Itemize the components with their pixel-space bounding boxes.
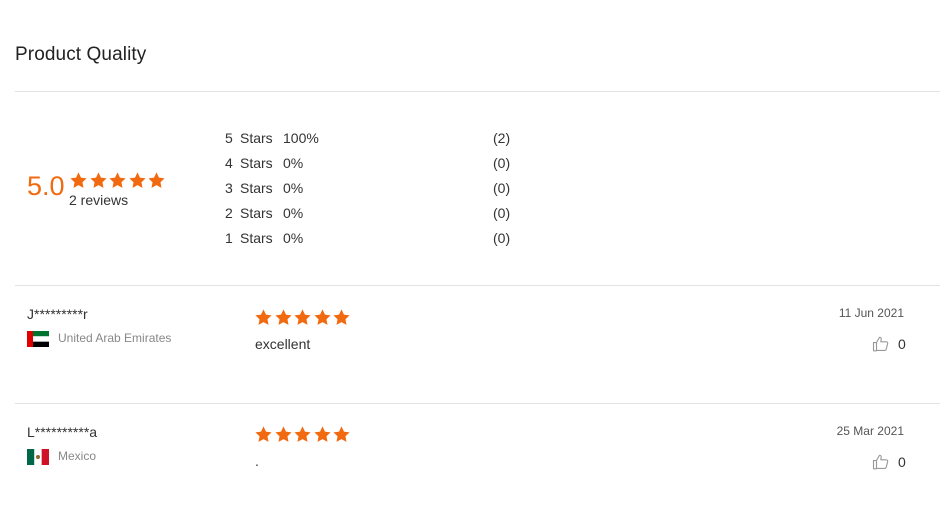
- thumbs-up-icon: [872, 453, 890, 471]
- star-icon: [313, 308, 333, 327]
- star-icon: [293, 425, 313, 444]
- distribution-count: (0): [493, 155, 511, 171]
- distribution-row-1[interactable]: 1 Stars 0% (0): [225, 230, 525, 250]
- distribution-percent: 0%: [283, 180, 304, 196]
- review-count: 2 reviews: [69, 192, 129, 208]
- distribution-count: (0): [493, 205, 511, 221]
- distribution-percent: 100%: [283, 130, 319, 146]
- uae-flag-icon: [27, 331, 49, 347]
- star-icon: [128, 171, 148, 190]
- distribution-stars: 1: [225, 230, 233, 246]
- distribution-label: Stars: [240, 155, 273, 171]
- average-score: 5.0: [27, 171, 65, 201]
- distribution-count: (0): [493, 180, 511, 196]
- star-icon: [89, 171, 109, 190]
- reviewer-country: Mexico: [58, 449, 97, 463]
- star-icon: [332, 308, 352, 327]
- thumbs-up-icon: [872, 335, 890, 353]
- distribution-label: Stars: [240, 230, 273, 246]
- distribution-row-5[interactable]: 5 Stars 100% (2): [225, 130, 525, 150]
- helpful-count: 0: [898, 454, 906, 470]
- distribution-percent: 0%: [283, 155, 304, 171]
- helpful-count: 0: [898, 336, 906, 352]
- star-icon: [108, 171, 128, 190]
- star-icon: [332, 425, 352, 444]
- distribution-percent: 0%: [283, 230, 304, 246]
- divider: [15, 403, 940, 404]
- star-icon: [274, 425, 294, 444]
- summary-star-rating: [69, 171, 167, 190]
- distribution-stars: 4: [225, 155, 233, 171]
- reviewer-country: United Arab Emirates: [58, 331, 172, 345]
- review-date: 11 Jun 2021: [838, 306, 904, 320]
- star-icon: [147, 171, 167, 190]
- distribution-label: Stars: [240, 180, 273, 196]
- distribution-stars: 3: [225, 180, 233, 196]
- reviewer-name: L**********a: [27, 424, 98, 440]
- distribution-stars: 2: [225, 205, 233, 221]
- helpful-button[interactable]: 0: [872, 335, 906, 353]
- divider: [15, 285, 940, 286]
- star-icon: [313, 425, 333, 444]
- distribution-row-4[interactable]: 4 Stars 0% (0): [225, 155, 525, 175]
- review-text: excellent: [255, 336, 311, 352]
- review-star-rating: [254, 308, 352, 327]
- distribution-count: (2): [493, 130, 511, 146]
- reviewer-name: J*********r: [27, 306, 88, 322]
- star-icon: [254, 308, 274, 327]
- distribution-label: Stars: [240, 205, 273, 221]
- star-icon: [254, 425, 274, 444]
- helpful-button[interactable]: 0: [872, 453, 906, 471]
- star-icon: [274, 308, 294, 327]
- mexico-flag-icon: [27, 449, 49, 465]
- star-icon: [69, 171, 89, 190]
- star-icon: [293, 308, 313, 327]
- distribution-percent: 0%: [283, 205, 304, 221]
- review-star-rating: [254, 425, 352, 444]
- distribution-label: Stars: [240, 130, 273, 146]
- distribution-row-2[interactable]: 2 Stars 0% (0): [225, 205, 525, 225]
- review-text: .: [255, 453, 259, 469]
- divider: [15, 91, 940, 92]
- distribution-count: (0): [493, 230, 511, 246]
- section-title: Product Quality: [15, 44, 147, 65]
- distribution-row-3[interactable]: 3 Stars 0% (0): [225, 180, 525, 200]
- distribution-stars: 5: [225, 130, 233, 146]
- review-date: 25 Mar 2021: [836, 424, 904, 438]
